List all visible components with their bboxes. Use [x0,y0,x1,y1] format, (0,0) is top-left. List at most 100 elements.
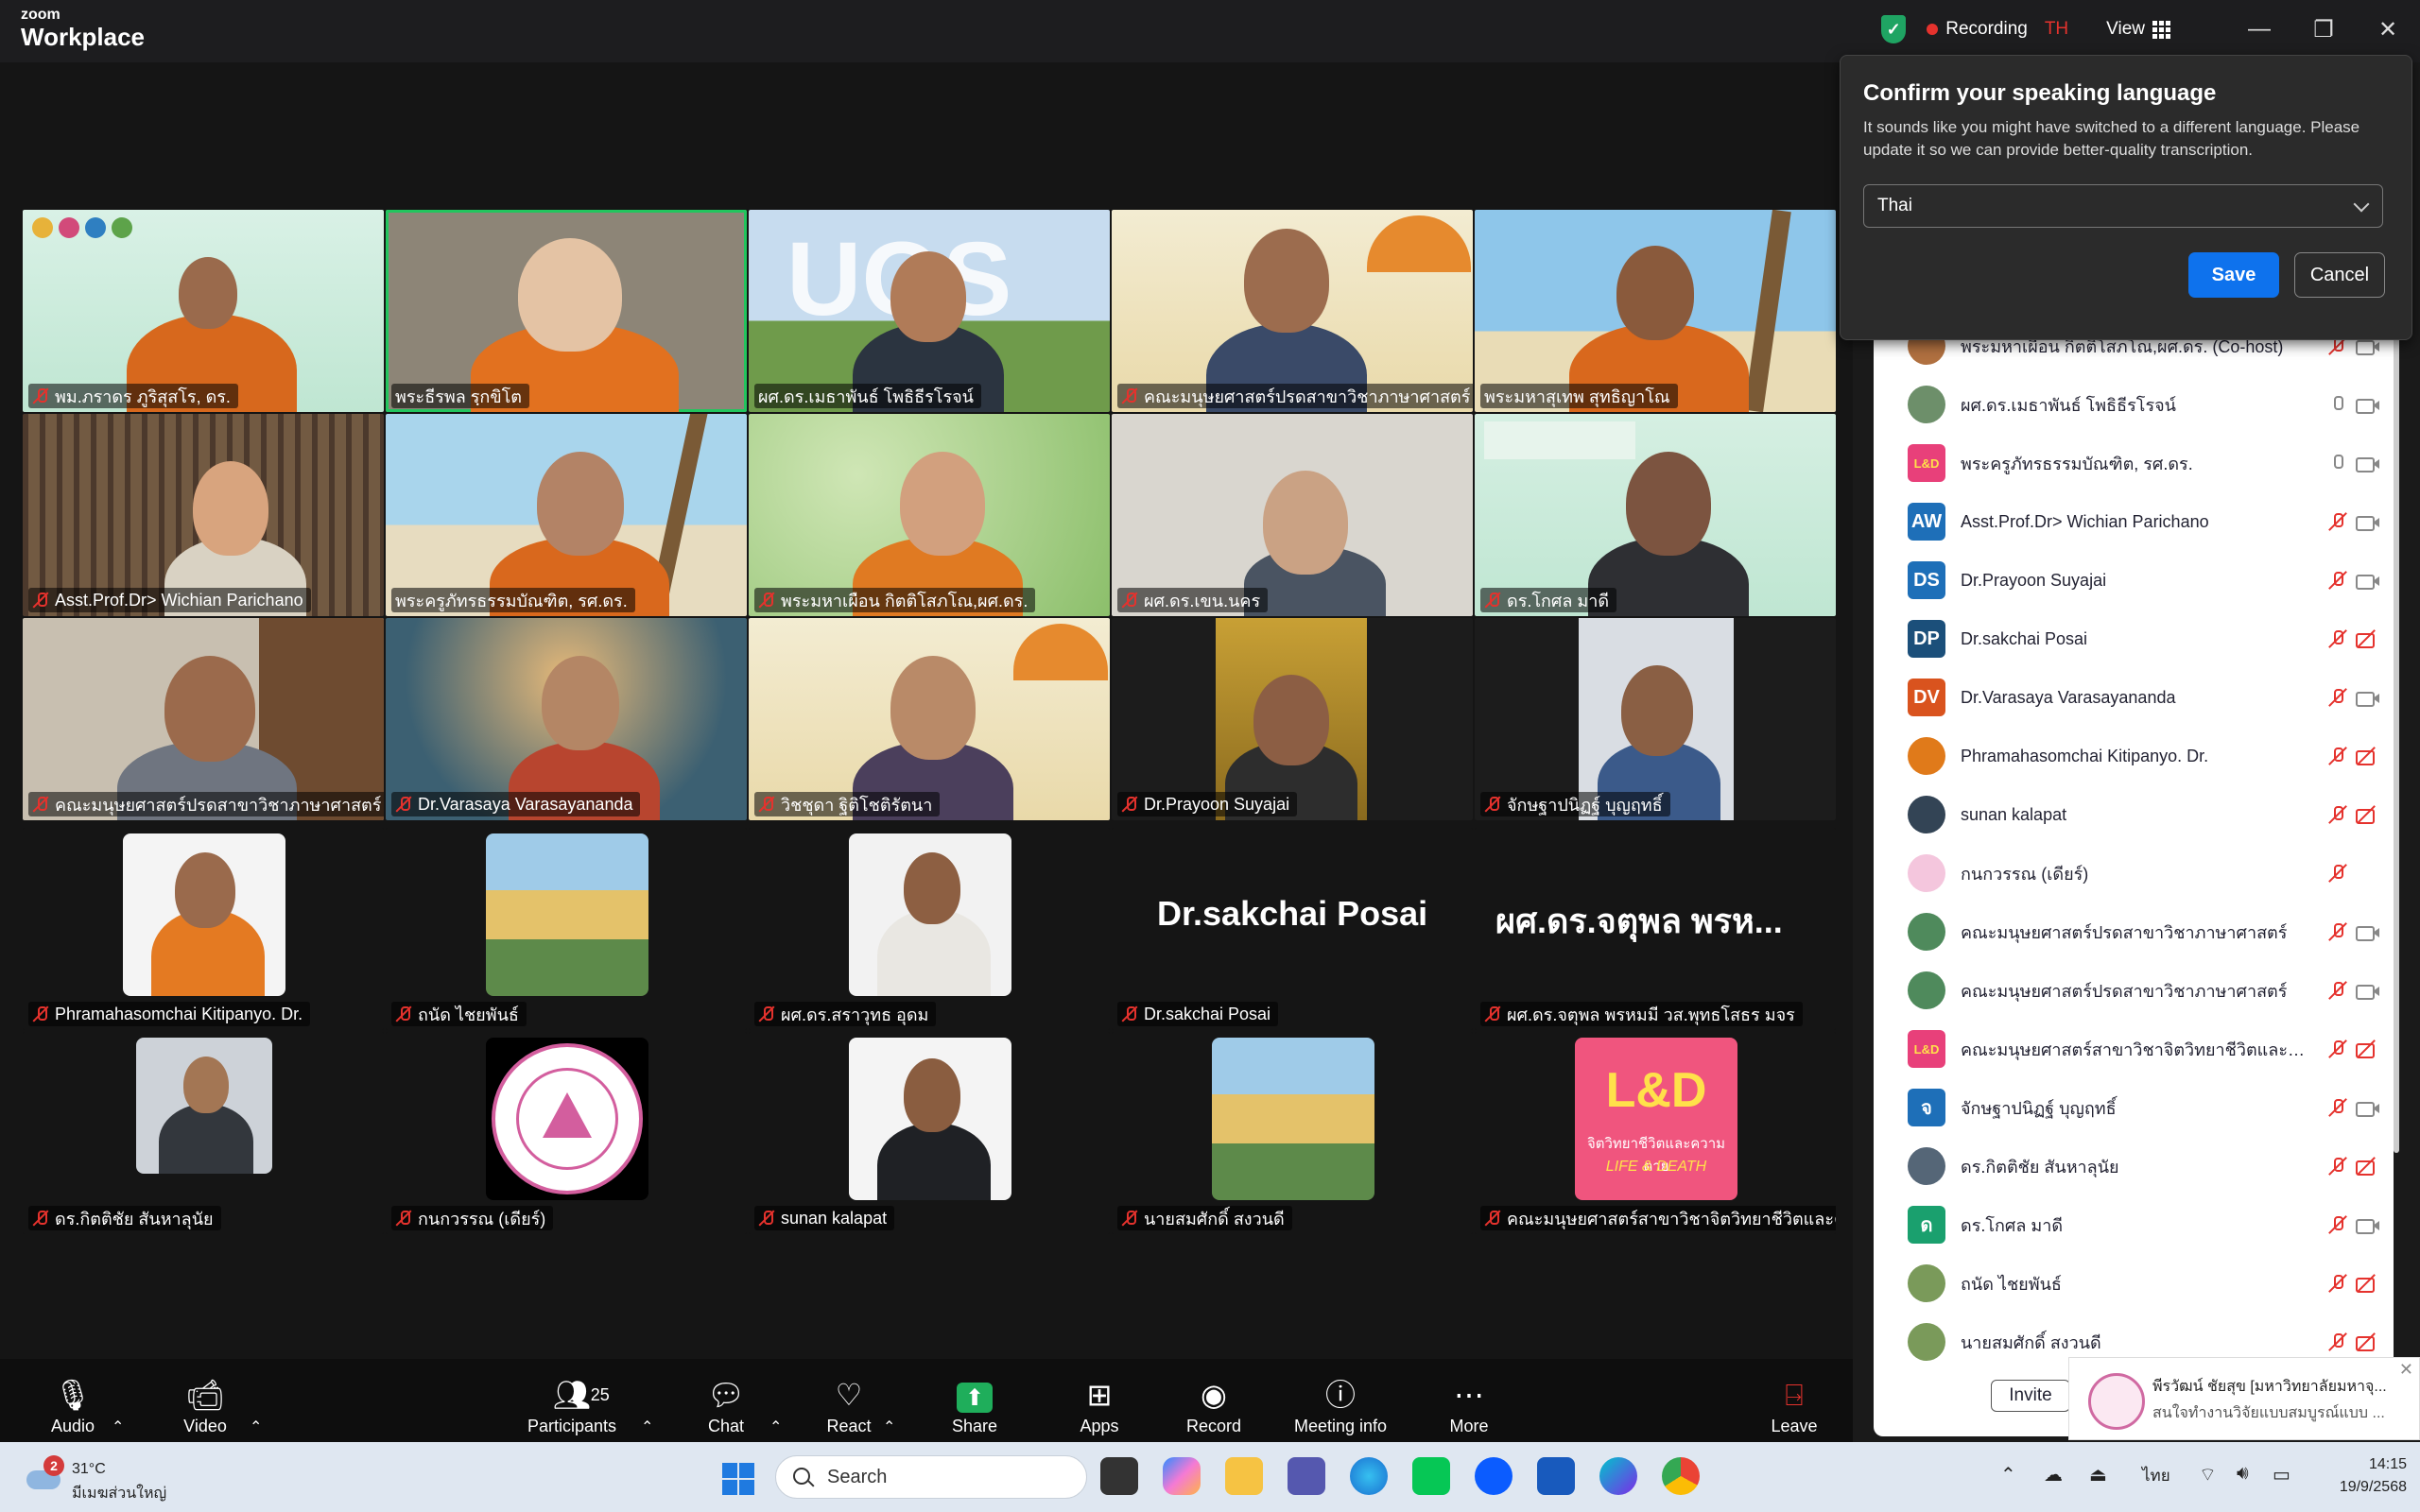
name-only-tile[interactable]: Dr.sakchai Posai Dr.sakchai Posai [1112,828,1473,1030]
mic-muted-icon[interactable] [2327,863,2348,884]
video-tile[interactable]: พระมหาสุเทพ สุทธิญาโณ [1475,210,1836,412]
taskbar-search[interactable]: Search [775,1455,1087,1499]
video-tile[interactable]: พระครูภัทรธรรมบัณฑิต, รศ.ดร. [386,414,747,616]
avatar-tile[interactable]: กนกวรรณ (เดียร์) [386,1032,747,1234]
participant-row[interactable]: ด ดร.โกศล มาดี [1874,1195,2384,1254]
participant-row[interactable]: คณะมนุษยศาสตร์ปรดสาขาวิชาภาษาศาสตร์ [1874,902,2384,961]
video-options-caret[interactable]: ⌃ [250,1359,262,1442]
audio-button[interactable]: 🎙︎ Audio [38,1359,108,1442]
participant-row[interactable]: DS Dr.Prayoon Suyajai [1874,551,2384,610]
video-camera-icon[interactable] [2354,1097,2380,1118]
canva-icon[interactable] [1599,1457,1637,1495]
avatar-tile[interactable]: นายสมศักดิ์ สงวนดี [1112,1032,1473,1234]
video-tile[interactable]: Dr.Prayoon Suyajai [1112,618,1473,820]
participant-row[interactable]: L&D คณะมนุษยศาสตร์สาขาวิชาจิตวิทยาชีวิตแล… [1874,1020,2384,1078]
participant-row[interactable]: L&D พระครูภัทรธรรมบัณฑิต, รศ.ดร. [1874,434,2384,492]
avatar-tile[interactable]: ผศ.ดร.สราวุทธ อุดม [749,828,1110,1030]
onedrive-icon[interactable]: ☁ [2044,1463,2063,1486]
participant-row[interactable]: ถนัด ไชยพันธ์ [1874,1254,2384,1313]
recording-indicator[interactable]: Recording [1927,19,2028,40]
mic-muted-icon[interactable] [2327,570,2348,591]
input-language[interactable]: ไทย [2142,1463,2170,1488]
video-camera-icon[interactable] [2354,394,2380,415]
avatar-tile[interactable]: ดร.กิตติชัย สันหาลุนัย [23,1032,384,1234]
video-camera-icon[interactable] [2354,570,2380,591]
chat-options-caret[interactable]: ⌃ [769,1359,782,1442]
teams-icon[interactable] [1288,1457,1325,1495]
leave-button[interactable]: ⍈ Leave [1768,1359,1821,1442]
avatar-tile[interactable]: sunan kalapat [749,1032,1110,1234]
participant-row[interactable]: ผศ.ดร.เมธาพันธ์ โพธิธีรโรจน์ [1874,375,2384,434]
video-tile[interactable]: จักษฐาปนิฏฐ์ บุญฤทธิ์ [1475,618,1836,820]
avatar-tile[interactable]: Phramahasomchai Kitipanyo. Dr. [23,828,384,1030]
edge-icon[interactable] [1350,1457,1388,1495]
view-button[interactable]: View [2106,19,2170,40]
minimize-button[interactable]: — [2227,16,2291,43]
video-button[interactable]: 📹︎ Video [174,1359,236,1442]
audio-options-caret[interactable]: ⌃ [112,1359,124,1442]
participant-row[interactable]: ดร.กิตติชัย สันหาลุนัย [1874,1137,2384,1195]
video-tile[interactable]: Dr.Varasaya Varasayananda [386,618,747,820]
video-tile[interactable]: คณะมนุษยศาสตร์ปรดสาขาวิชาภาษาศาสตร์ [23,618,384,820]
video-camera-icon[interactable] [2354,1214,2380,1235]
share-button[interactable]: ⬆ Share [947,1359,1002,1442]
video-off-icon[interactable] [2354,1039,2380,1059]
participants-button[interactable]: 👥︎ 25 Participants [518,1359,626,1442]
video-camera-icon[interactable] [2354,921,2380,942]
video-off-icon[interactable] [2354,1156,2380,1177]
participant-row[interactable]: DV Dr.Varasaya Varasayananda [1874,668,2384,727]
video-camera-icon[interactable] [2354,453,2380,473]
participant-row[interactable]: DP Dr.sakchai Posai [1874,610,2384,668]
video-tile[interactable]: วิชชุดา ฐิติโชติรัตนา [749,618,1110,820]
save-button[interactable]: Save [2188,252,2279,298]
name-only-tile[interactable]: ผศ.ดร.จตุพล พรห... ผศ.ดร.จตุพล พรหมมี วส… [1475,828,1836,1030]
video-off-icon[interactable] [2354,1332,2380,1352]
video-tile[interactable]: คณะมนุษยศาสตร์ปรดสาขาวิชาภาษาศาสตร์ [1112,210,1473,412]
maximize-button[interactable]: ❐ [2291,16,2356,43]
line-icon[interactable] [1412,1457,1450,1495]
participants-scrollbar[interactable] [2394,321,2399,1153]
invite-button[interactable]: Invite [1991,1380,2070,1412]
video-off-icon[interactable] [2354,804,2380,825]
participant-row[interactable]: sunan kalapat [1874,785,2384,844]
mic-muted-icon[interactable] [2327,980,2348,1001]
microphone-icon[interactable] [2327,453,2348,473]
video-tile[interactable]: ผศ.ดร.เขน.นคร [1112,414,1473,616]
apps-button[interactable]: ⊞ Apps [1076,1359,1123,1442]
zoom-icon[interactable] [1475,1457,1512,1495]
video-tile[interactable]: UOS ผศ.ดร.เมธาพันธ์ โพธิธีรโรจน์ [749,210,1110,412]
chat-notification[interactable]: พีรวัฒน์ ชัยสุข [มหาวิทยาลัยมหาจุ... สนใ… [2068,1357,2420,1440]
video-camera-icon[interactable] [2354,511,2380,532]
copilot-icon[interactable] [1163,1457,1201,1495]
video-off-icon[interactable] [2354,1273,2380,1294]
mic-muted-icon[interactable] [2327,746,2348,766]
participants-options-caret[interactable]: ⌃ [641,1359,653,1442]
mic-muted-icon[interactable] [2327,804,2348,825]
wifi-icon[interactable]: ⌔ [2199,1463,2217,1486]
windows-start-icon[interactable] [722,1463,754,1495]
mic-muted-icon[interactable] [2327,1273,2348,1294]
video-tile[interactable]: ดร.โกศล มาดี [1475,414,1836,616]
avatar-tile[interactable]: ถนัด ไชยพันธ์ [386,828,747,1030]
mic-muted-icon[interactable] [2327,1156,2348,1177]
mic-muted-icon[interactable] [2327,1214,2348,1235]
video-camera-icon[interactable] [2354,980,2380,1001]
avatar-tile[interactable]: L&D จิตวิทยาชีวิตและความตาย LIFE & DEATH… [1475,1032,1836,1234]
chrome-icon[interactable] [1662,1457,1700,1495]
more-button[interactable]: ⋯ More [1443,1359,1495,1442]
participant-row[interactable]: Phramahasomchai Kitipanyo. Dr. [1874,727,2384,785]
file-explorer-icon[interactable] [1225,1457,1263,1495]
mic-muted-icon[interactable] [2327,1039,2348,1059]
close-window-button[interactable]: ✕ [2356,16,2420,43]
language-select[interactable]: Thai [1863,184,2383,228]
clock[interactable]: 14:15 19/9/2568 [2339,1453,2407,1499]
chevron-up-icon[interactable]: ⌃ [2000,1463,2016,1486]
video-tile[interactable]: Asst.Prof.Dr> Wichian Parichano [23,414,384,616]
battery-icon[interactable]: ▭ [2273,1463,2290,1486]
mic-muted-icon[interactable] [2327,1097,2348,1118]
task-view-icon[interactable] [1100,1457,1138,1495]
video-tile[interactable]: พระมหาเผือน กิตติโสภโณ,ผศ.ดร. [749,414,1110,616]
chat-button[interactable]: 💬︎ Chat [700,1359,752,1442]
react-options-caret[interactable]: ⌃ [883,1359,895,1442]
video-tile[interactable]: พม.ภราดร ภูริสุสโร, ดร. [23,210,384,412]
